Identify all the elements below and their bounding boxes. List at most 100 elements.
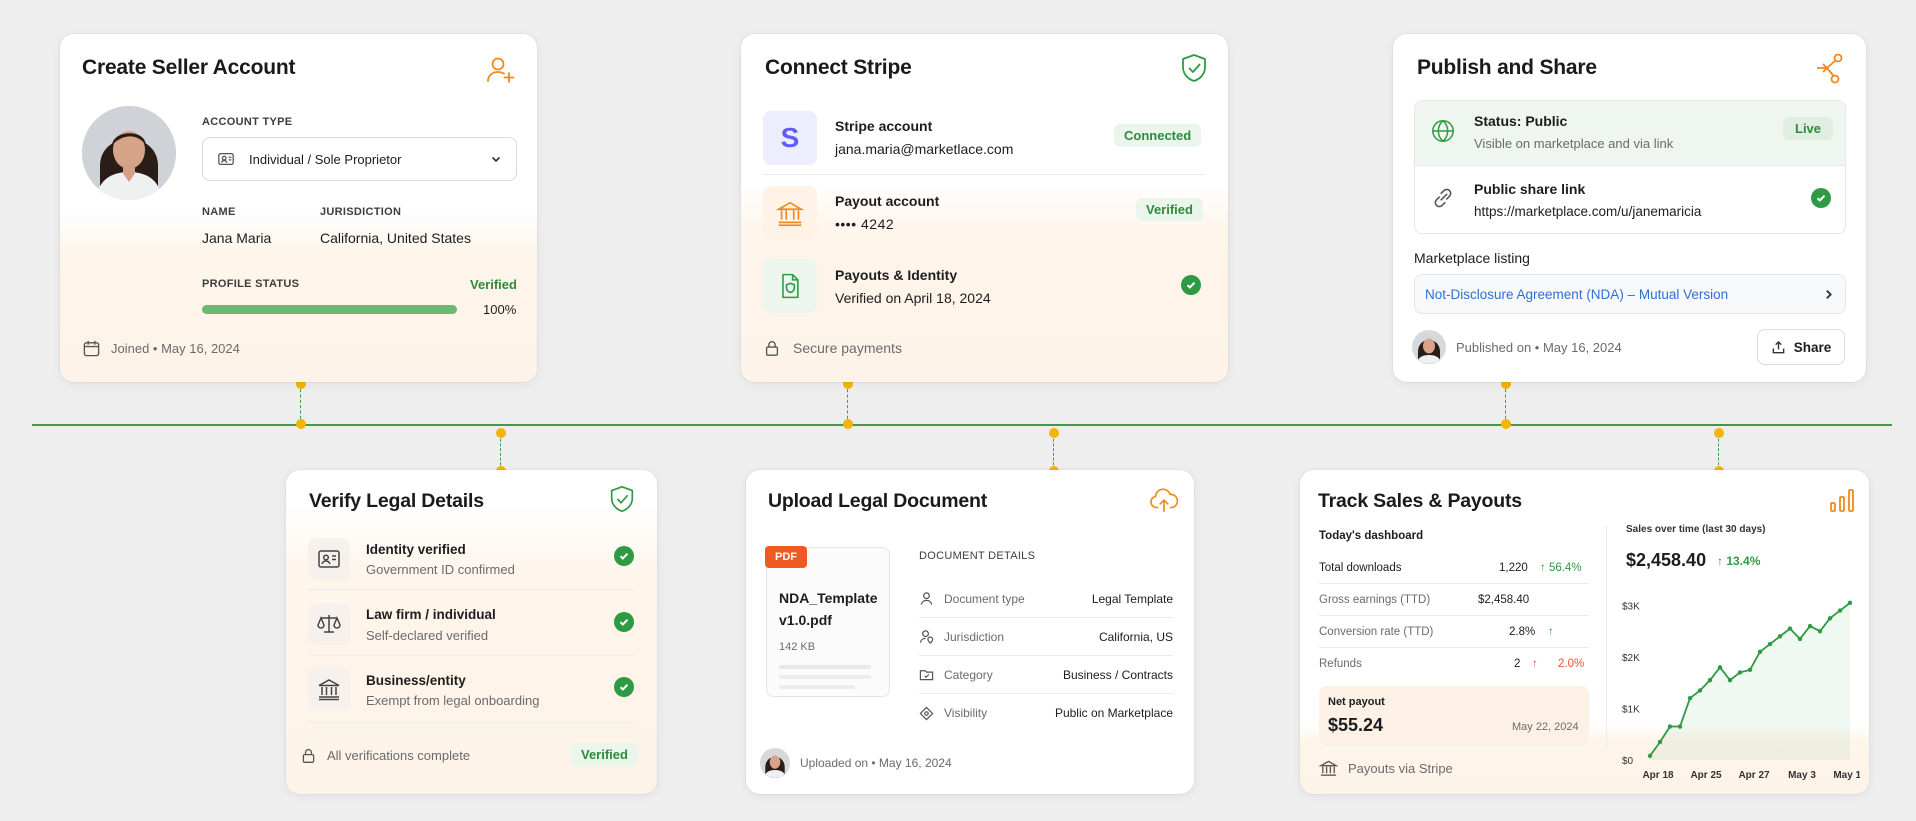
lock-icon — [763, 339, 781, 357]
detail-label: Visibility — [944, 706, 988, 720]
chevron-right-icon — [1822, 288, 1835, 301]
avatar — [82, 106, 176, 200]
diamond-eye-icon — [919, 706, 934, 721]
data-point — [1647, 753, 1653, 759]
metric-delta: ↑ — [1548, 626, 1554, 638]
account-type-value: Individual / Sole Proprietor — [249, 151, 402, 167]
data-point — [1837, 608, 1843, 613]
link-icon — [1430, 185, 1456, 216]
timeline-dot — [296, 419, 306, 429]
data-point — [1797, 636, 1803, 642]
uploaded-text: Uploaded on • May 16, 2024 — [800, 756, 952, 770]
bank-icon — [763, 186, 817, 240]
metric-delta: ↑ 56.4% — [1540, 562, 1582, 574]
verify-legal-card: Verify Legal Details Identity verified G… — [286, 470, 657, 794]
publish-status-box: Status: Public Visible on marketplace an… — [1414, 100, 1846, 234]
file-name-line1: NDA_Template — [779, 590, 878, 606]
publish-share-card: Publish and Share Status: Public Visible… — [1393, 34, 1866, 382]
metric-delta: ↑ — [1532, 658, 1538, 670]
payouts-footer: Payouts via Stripe — [1319, 759, 1453, 778]
chart-delta: ↑ 13.4% — [1717, 554, 1761, 568]
data-point — [1727, 677, 1733, 683]
data-point — [1667, 724, 1673, 729]
payout-account-number: •••• 4242 — [835, 216, 895, 232]
detail-value: Business / Contracts — [1062, 667, 1173, 682]
globe-icon — [1430, 118, 1456, 149]
data-point — [1697, 688, 1703, 693]
profile-progress-bar — [202, 305, 457, 314]
card-title: Publish and Share — [1417, 56, 1597, 79]
file-size: 142 KB — [779, 641, 816, 653]
x-tick-label: May 3 — [1788, 770, 1816, 781]
shield-check-icon — [1178, 52, 1210, 84]
share-button[interactable]: Share — [1757, 329, 1845, 365]
id-card-icon — [308, 538, 350, 580]
file-preview[interactable]: PDF NDA_Template v1.0.pdf 142 KB — [765, 546, 890, 697]
status-title: Status: Public — [1474, 113, 1568, 129]
stripe-account-email: jana.maria@marketlace.com — [835, 141, 1014, 157]
profile-status-label: PROFILE STATUS — [202, 278, 300, 290]
track-sales-card: Track Sales & Payouts Today's dashboard … — [1300, 470, 1869, 794]
published-text: Published on • May 16, 2024 — [1456, 340, 1622, 355]
divider — [308, 589, 634, 590]
bank-icon — [308, 668, 350, 710]
data-point — [1747, 667, 1753, 673]
check-circle-icon — [614, 677, 634, 697]
verify-row-title: Law firm / individual — [366, 607, 496, 622]
metric-value: 2.8% — [1509, 626, 1536, 638]
divider — [308, 722, 634, 723]
check-circle-icon — [1181, 275, 1201, 295]
share-link-url[interactable]: https://marketplace.com/u/janemaricia — [1474, 204, 1701, 219]
placeholder-line — [779, 675, 871, 679]
account-type-select[interactable]: Individual / Sole Proprietor — [202, 137, 517, 181]
placeholder-line — [779, 665, 871, 669]
timeline-line — [32, 424, 1892, 426]
share-button-label: Share — [1793, 339, 1832, 355]
detail-label: Document type — [944, 591, 1025, 606]
detail-row-document-type: Document type Legal Template — [919, 580, 1173, 618]
card-title: Track Sales & Payouts — [1318, 490, 1522, 512]
stripe-logo-icon: S — [763, 111, 817, 165]
avatar — [760, 748, 790, 778]
timeline-connector — [847, 384, 848, 424]
user-icon — [919, 591, 934, 606]
live-badge: Live — [1783, 117, 1834, 140]
net-payout-label: Net payout — [1328, 696, 1385, 708]
profile-progress-text: 100% — [483, 302, 517, 317]
divider — [1606, 525, 1607, 750]
metric-value: $2,458.40 — [1478, 594, 1530, 606]
series-area — [1650, 602, 1850, 760]
detail-row-category: Category Business / Contracts — [919, 656, 1173, 694]
data-point — [1657, 739, 1663, 745]
timeline-dot — [843, 419, 853, 429]
verify-row-title: Identity verified — [366, 542, 466, 557]
data-point — [1717, 665, 1723, 670]
detail-value: California, US — [1098, 629, 1173, 644]
file-name-line2: v1.0.pdf — [779, 612, 832, 628]
check-circle-icon — [614, 612, 634, 632]
marketplace-listing-link[interactable]: Not-Disclosure Agreement (NDA) – Mutual … — [1414, 274, 1846, 314]
data-point — [1707, 677, 1713, 683]
timeline-dot — [1049, 428, 1059, 438]
x-tick-label: May 10 — [1833, 770, 1860, 781]
data-point — [1767, 641, 1773, 647]
timeline-connector — [300, 384, 301, 424]
divider — [1415, 165, 1845, 166]
detail-value: Public on Marketplace — [1054, 706, 1173, 720]
metric-delta-value: 2.0% — [1558, 658, 1585, 670]
avatar — [1412, 330, 1446, 364]
document-details-label: DOCUMENT DETAILS — [919, 550, 1036, 562]
detail-row-visibility: Visibility Public on Marketplace — [919, 694, 1173, 732]
stripe-account-title: Stripe account — [835, 118, 933, 134]
listing-label: Marketplace listing — [1414, 250, 1530, 266]
detail-label: Jurisdiction — [944, 629, 1005, 644]
data-point — [1737, 670, 1743, 675]
metric-row: Gross earnings (TTD) $2,458.40 — [1319, 584, 1589, 616]
stripe-logo-letter: S — [780, 122, 800, 153]
user-pin-icon — [919, 629, 934, 644]
metric-row: Total downloads 1,220 ↑ 56.4% — [1319, 552, 1589, 584]
metric-label: Total downloads — [1319, 562, 1402, 574]
metric-row: Refunds 2 ↑ 2.0% — [1319, 648, 1589, 680]
name-label: NAME — [202, 206, 236, 218]
card-title: Create Seller Account — [82, 56, 296, 79]
